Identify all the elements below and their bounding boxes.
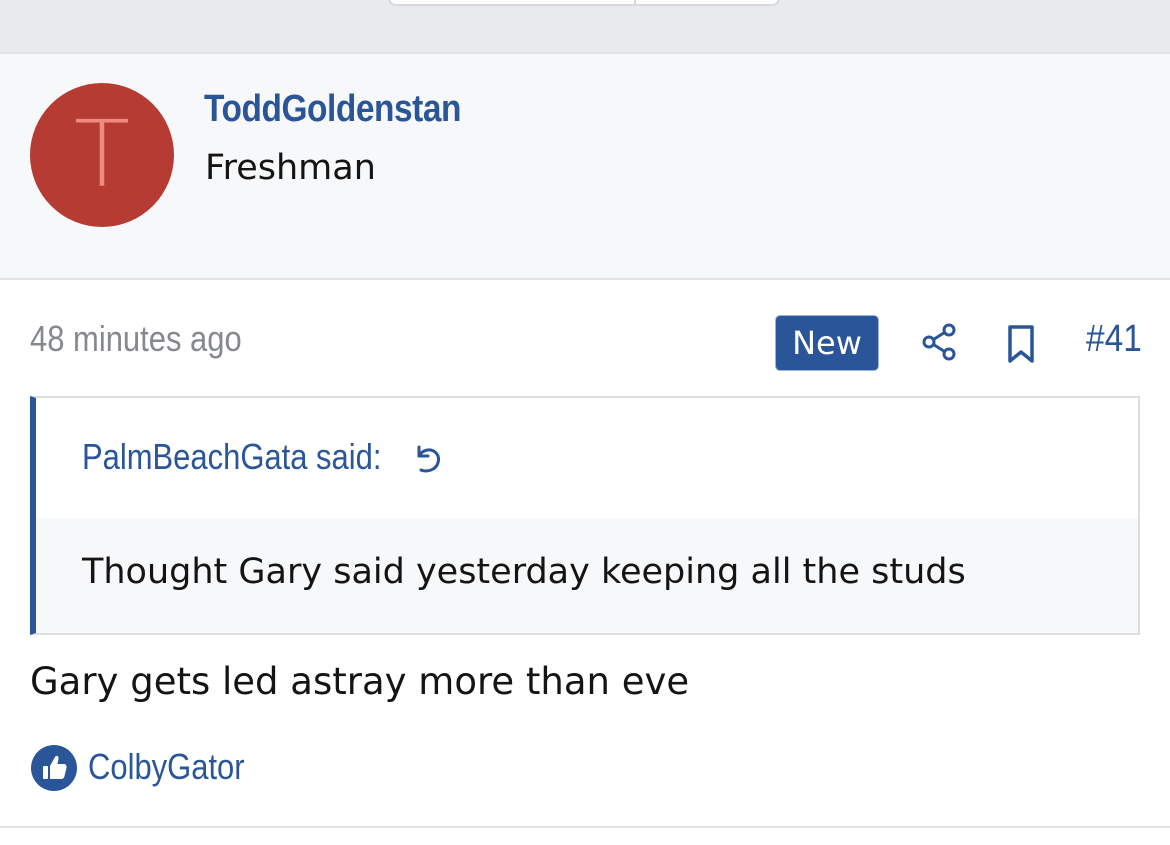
author-username[interactable]: ToddGoldenstan bbox=[204, 88, 461, 131]
post-number-link[interactable]: #41 bbox=[1086, 318, 1142, 361]
quote-block: PalmBeachGata said: Thought Gary said ye… bbox=[30, 396, 1140, 635]
thumbs-up-icon bbox=[31, 745, 77, 791]
post-divider bbox=[0, 826, 1170, 828]
pagination-control[interactable] bbox=[388, 0, 780, 6]
quote-body: Thought Gary said yesterday keeping all … bbox=[36, 518, 1138, 633]
share-icon[interactable] bbox=[920, 322, 960, 362]
post-author-header: T ToddGoldenstan Freshman bbox=[0, 54, 1170, 280]
quote-author-link[interactable]: PalmBeachGata said: bbox=[82, 436, 381, 478]
new-badge: New bbox=[776, 316, 878, 370]
quote-header: PalmBeachGata said: bbox=[36, 398, 1138, 518]
top-bar bbox=[0, 0, 1170, 54]
author-title: Freshman bbox=[205, 148, 376, 188]
post-body-text: Gary gets led astray more than eve bbox=[30, 660, 690, 703]
post-meta-bar: 48 minutes ago New #41 bbox=[0, 300, 1170, 380]
post-timestamp[interactable]: 48 minutes ago bbox=[30, 318, 242, 360]
pagination-divider bbox=[634, 0, 636, 4]
quote-text: Thought Gary said yesterday keeping all … bbox=[82, 552, 966, 592]
avatar[interactable]: T bbox=[30, 83, 174, 227]
reaction-user-link[interactable]: ColbyGator bbox=[88, 746, 245, 788]
bookmark-icon[interactable] bbox=[1005, 324, 1037, 364]
reply-arrow-icon[interactable] bbox=[412, 442, 446, 476]
